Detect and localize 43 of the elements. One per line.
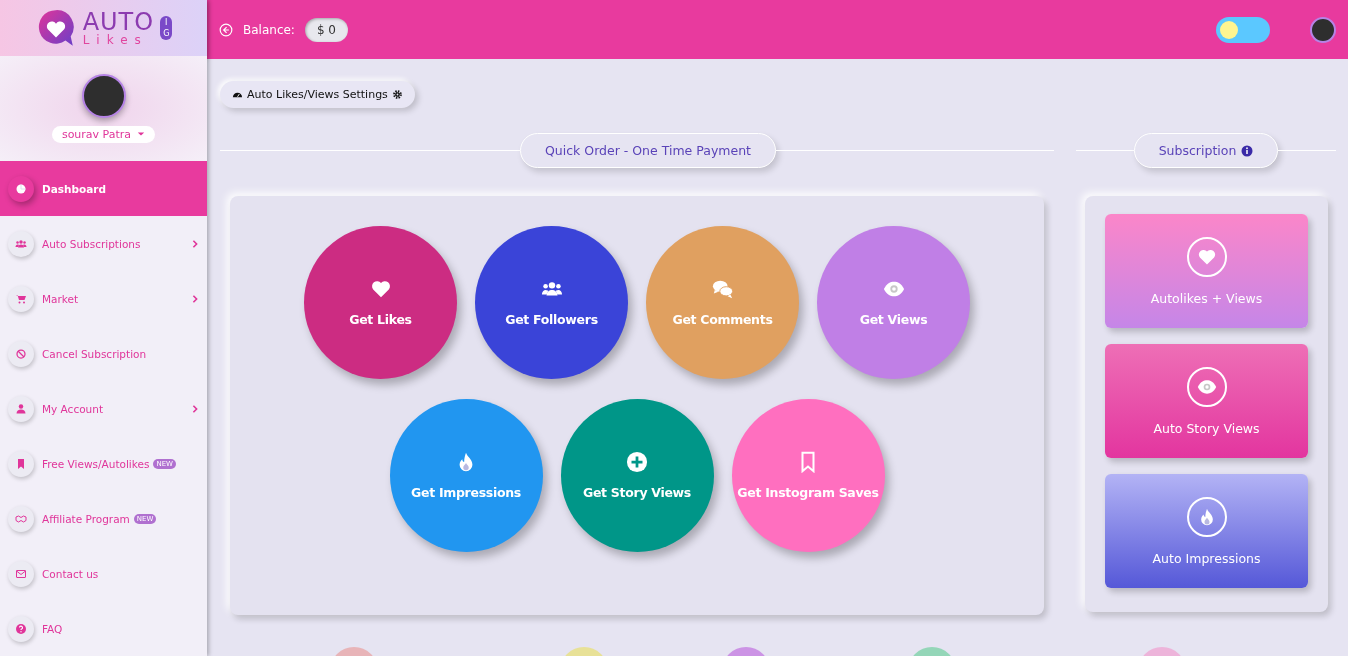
sidebar-item[interactable]: Market bbox=[0, 271, 207, 326]
sidebar-item[interactable]: My Account bbox=[0, 381, 207, 436]
logo-badge: I G bbox=[160, 15, 173, 40]
question-icon bbox=[15, 622, 27, 635]
back-icon[interactable] bbox=[219, 22, 233, 37]
plan-button[interactable]: Auto Impressions bbox=[1105, 474, 1308, 588]
service-button[interactable]: Get Followers bbox=[475, 226, 628, 379]
mail-icon bbox=[15, 567, 27, 580]
logo-subtitle: Likes bbox=[82, 33, 149, 46]
sidebar-item[interactable]: Auto Subscriptions bbox=[0, 216, 207, 271]
comments-icon bbox=[711, 278, 734, 300]
service-button[interactable]: Get Likes bbox=[304, 226, 457, 379]
ban-icon bbox=[15, 347, 27, 360]
plan-button[interactable]: Autolikes + Views bbox=[1105, 214, 1308, 328]
info-icon bbox=[1241, 144, 1254, 157]
plan-button[interactable]: Auto Story Views bbox=[1105, 344, 1308, 458]
avatar bbox=[81, 73, 126, 118]
heart-icon bbox=[369, 278, 392, 300]
plus-icon bbox=[626, 451, 648, 473]
pie-chart-icon bbox=[15, 182, 27, 195]
service-button[interactable]: Get Comments bbox=[646, 226, 799, 379]
service-button[interactable]: Get Instogram Saves bbox=[731, 399, 885, 552]
sidebar-item[interactable]: Dashboard bbox=[0, 161, 207, 216]
sidebar-item[interactable]: Contact us bbox=[0, 546, 207, 601]
settings-icon bbox=[391, 89, 403, 100]
service-button[interactable]: Get Impressions bbox=[389, 399, 543, 552]
settings-button[interactable]: Auto Likes/Views Settings bbox=[220, 81, 415, 108]
user-menu-button[interactable]: sourav Patra bbox=[51, 125, 156, 143]
avatar[interactable] bbox=[1310, 16, 1336, 43]
section-title: Subscription bbox=[1133, 133, 1279, 168]
users-icon bbox=[15, 237, 27, 250]
balance-label: Balance: bbox=[243, 22, 295, 37]
logo-word: AUTO bbox=[82, 9, 155, 34]
section-title: Quick Order - One Time Payment bbox=[520, 133, 776, 168]
service-button[interactable]: Get Story Views bbox=[560, 399, 714, 552]
cart-icon bbox=[15, 292, 27, 305]
service-button[interactable]: Get Views bbox=[817, 226, 970, 379]
sidebar-item[interactable]: Cancel Subscription bbox=[0, 326, 207, 381]
user-icon bbox=[15, 402, 27, 415]
sidebar-item[interactable]: FAQ bbox=[0, 601, 207, 656]
balance-value: $ 0 bbox=[304, 17, 348, 42]
bookmark-icon bbox=[15, 457, 27, 470]
theme-toggle[interactable] bbox=[1216, 16, 1270, 43]
